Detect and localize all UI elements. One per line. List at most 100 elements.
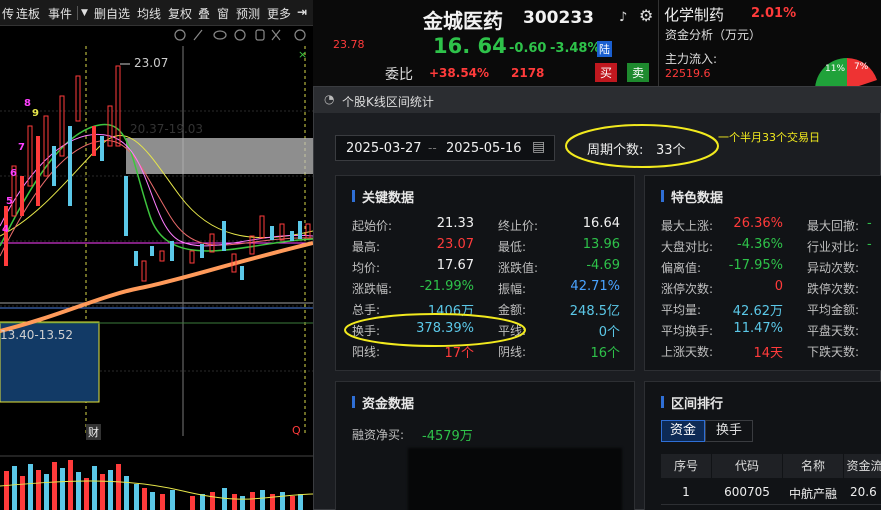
expand-icon[interactable]: ⇥ [297, 5, 307, 19]
capital-title: 资金分析（万元） [665, 28, 762, 42]
price-range-band [126, 138, 313, 174]
stat-label: 大盘对比: [661, 240, 714, 254]
funds-title: 资金数据 [362, 397, 415, 412]
stat-label: 上涨天数: [661, 345, 714, 359]
stat-label: 平均金额: [807, 303, 860, 317]
calendar-icon[interactable]: ▤ [532, 139, 545, 155]
key-data-title: 关键数据 [362, 191, 415, 206]
sell-button[interactable]: 卖 [627, 63, 650, 82]
ranking-panel: 区间排行 资金 换手 序号 代码 名称 资金流 1 600705 中航产融 20… [644, 381, 881, 510]
stat-label: 终止价: [498, 219, 539, 233]
dialog-titlebar[interactable]: ◔ 个股K线区间统计 [314, 87, 881, 113]
stat-value: 14天 [753, 346, 783, 361]
title-accent [352, 190, 355, 202]
toolbar-item[interactable]: 删自选 [94, 5, 130, 22]
stat-label: 均价: [352, 261, 381, 275]
stat-value: 16个 [590, 346, 620, 361]
tool-icon [271, 29, 281, 41]
wave-mark: 7 [18, 142, 25, 153]
stat-label: 平均换手: [661, 324, 714, 338]
toolbar-item[interactable]: 复权 [168, 5, 192, 22]
column-header[interactable]: 序号 [661, 454, 711, 478]
dropdown-arrow-icon[interactable]: ▼ [81, 8, 88, 18]
stat-value: 13.96 [582, 237, 620, 252]
column-header[interactable]: 代码 [712, 454, 782, 478]
highlight-ellipse [344, 313, 526, 347]
dialog-title: 个股K线区间统计 [342, 95, 434, 109]
stat-value: 0 [774, 279, 783, 294]
tab-turnover[interactable]: 换手 [705, 420, 753, 442]
stat-value: 21.33 [436, 216, 474, 231]
title-accent [661, 396, 664, 408]
wave-mark: 6 [10, 168, 17, 179]
capital-panel: 化学制药 2.01% 资金分析（万元） 主力流入: 22519.6 11% 7% [658, 0, 881, 90]
stat-label: 异动次数: [807, 261, 860, 275]
row-flow: 20.6 [850, 485, 877, 499]
gear-icon[interactable]: ⚙ [639, 6, 653, 25]
key-data-panel: 关键数据 起始价: 21.33 终止价: 16.64 最高: 23.07 最低:… [335, 175, 635, 371]
stat-label: 平均量: [661, 303, 702, 317]
date-range-picker[interactable]: 2025-03-27 -- 2025-05-16 ▤ [335, 135, 555, 161]
tab-funds[interactable]: 资金 [661, 420, 705, 442]
column-header[interactable]: 资金流 [844, 454, 881, 478]
toolbar-item[interactable]: 事件 [48, 5, 72, 22]
wave-mark: 4 [2, 224, 9, 235]
stat-label: 平盘天数: [807, 324, 860, 338]
column-header[interactable]: 名称 [783, 454, 843, 478]
stat-value: 26.36% [733, 216, 783, 231]
toolbar-item[interactable]: 预测 [236, 5, 260, 22]
stat-label: 最大上涨: [661, 219, 714, 233]
row-code: 600705 [724, 485, 770, 499]
gauge-icon: ◔ [324, 92, 335, 106]
buy-button[interactable]: 买 [595, 63, 618, 82]
weibi-label: 委比 [385, 67, 413, 83]
start-date[interactable]: 2025-03-27 [346, 141, 422, 156]
pie-label: 7% [854, 62, 869, 72]
wave-mark: 8 [24, 98, 31, 109]
event-marker[interactable]: Q [292, 424, 301, 437]
title-accent [661, 190, 664, 202]
end-date[interactable]: 2025-05-16 [446, 141, 522, 156]
table-row[interactable]: 1 600705 中航产融 20.6 [661, 479, 881, 505]
stat-value: 0个 [598, 325, 620, 340]
stat-value: - [867, 237, 872, 252]
stock-name: 金城医药 [423, 9, 503, 33]
stat-value: 42.62万 [732, 304, 783, 319]
connect-badge: 陆 [597, 41, 612, 57]
stat-label: 起始价: [352, 219, 393, 233]
stat-value: -4.69 [586, 258, 620, 273]
date-separator: -- [428, 141, 437, 155]
main-flow-label: 主力流入: [665, 52, 718, 66]
stat-label: 偏离值: [661, 261, 702, 275]
stat-label: 涨跌幅: [352, 282, 393, 296]
toolbar-item[interactable]: 叠 [198, 5, 210, 22]
weibi-num: 2178 [511, 66, 545, 80]
toolbar-item[interactable]: 更多 [267, 5, 291, 22]
financing-value: -4579万 [422, 429, 473, 444]
stat-label: 涨停次数: [661, 282, 714, 296]
toolbar-item[interactable]: 窗 [217, 5, 229, 22]
stock-quote-header: 23.78 金城医药 300233 ♪ ⚙ 16. 64 -0.60 -3.48… [313, 0, 881, 90]
pie-label: 11% [825, 64, 846, 74]
stat-label: 最低: [498, 240, 527, 254]
stat-value: 16.64 [582, 216, 620, 231]
sector-change-pct: 2.01% [751, 6, 797, 21]
toolbar-item[interactable]: 均线 [137, 5, 161, 22]
cursor-icon [234, 29, 246, 41]
event-marker[interactable]: 财 [86, 424, 101, 440]
stat-label: 最高: [352, 240, 381, 254]
chart-toolbar: 传 连板 事件 ▼ 删自选 均线 复权 叠 窗 预测 更多 ⇥ ▼ [0, 0, 332, 26]
stock-price: 16. 64 [433, 34, 507, 58]
kline-chart[interactable]: 23.07 20.37-19.03 13.40-13.52 8 9 7 6 5 … [0, 26, 326, 510]
high-price-label: 23.07 [134, 56, 169, 70]
financing-label: 融资净买: [352, 428, 405, 442]
close-icon[interactable]: × [298, 48, 307, 61]
title-accent [352, 396, 355, 408]
hand-icon [255, 29, 265, 41]
sector-name[interactable]: 化学制药 [664, 4, 724, 25]
toolbar-item[interactable]: 传 [2, 5, 14, 22]
stat-value: -4.36% [737, 237, 783, 252]
eye-icon [213, 30, 227, 40]
toolbar-item[interactable]: 连板 [16, 5, 40, 22]
bell-icon[interactable]: ♪ [619, 10, 627, 25]
